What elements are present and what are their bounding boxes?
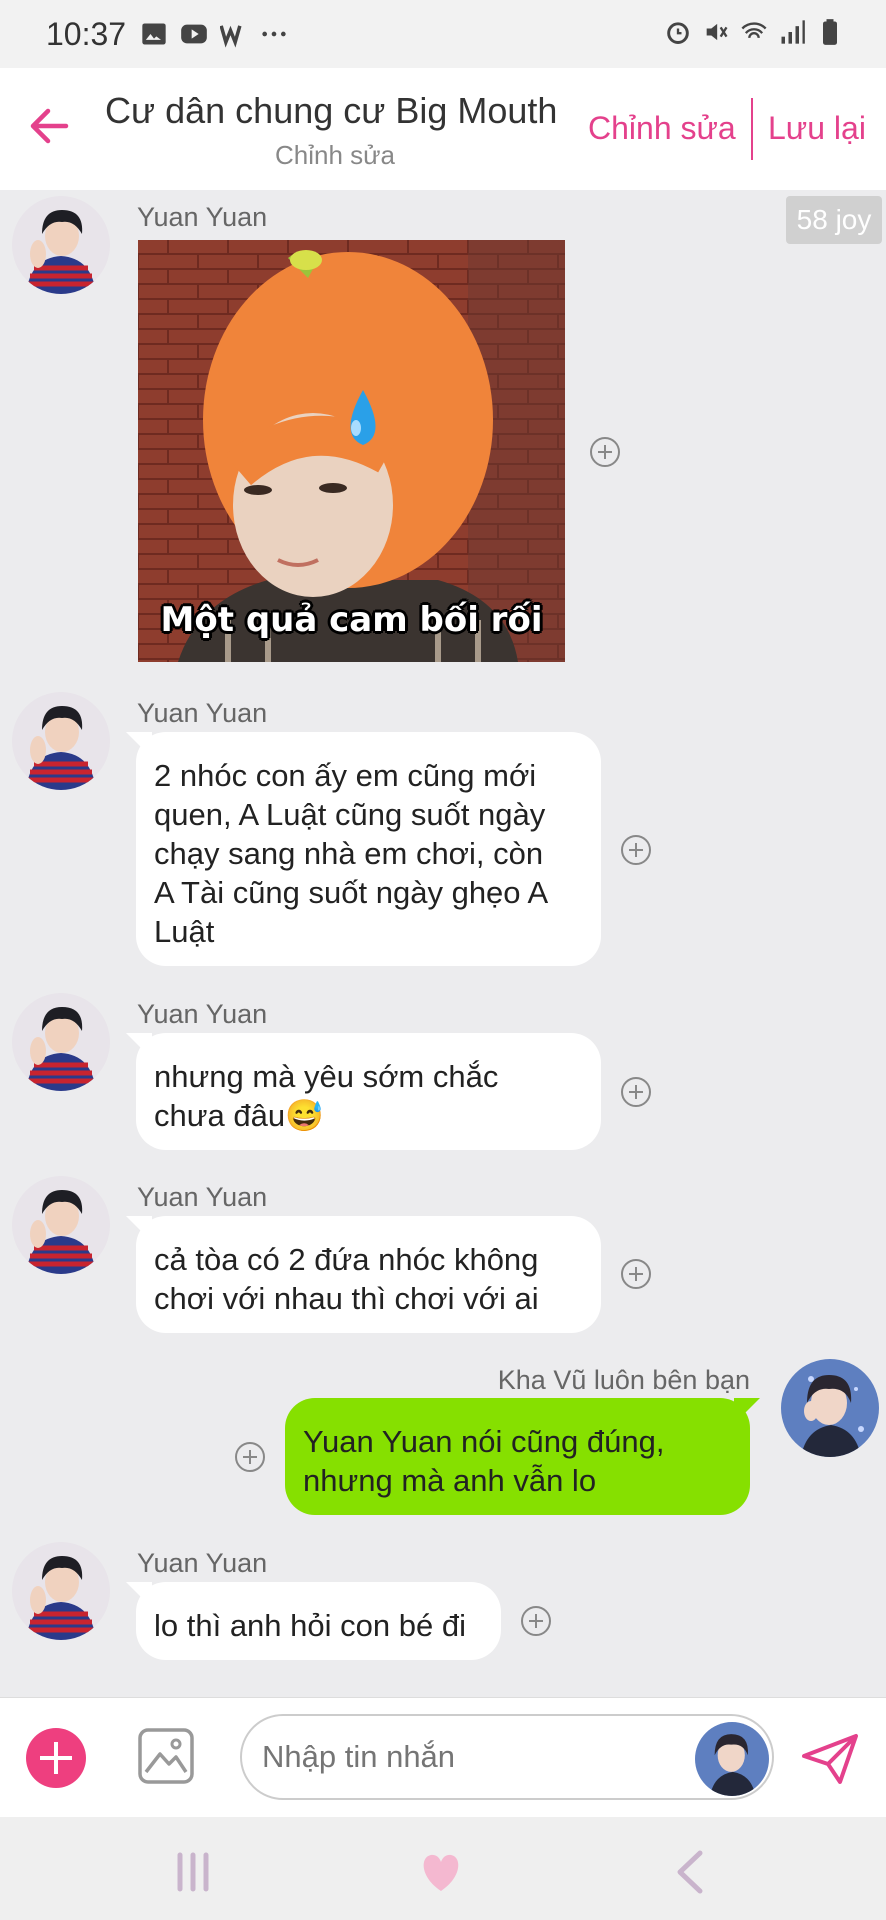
message-bubble[interactable]: 2 nhóc con ấy em cũng mới quen, A Luật c… bbox=[136, 732, 601, 966]
gallery-icon bbox=[142, 23, 166, 45]
message-line: lo thì anh hỏi con bé đi bbox=[154, 1608, 466, 1643]
add-reaction-button[interactable] bbox=[621, 1077, 651, 1107]
avatar[interactable] bbox=[12, 692, 110, 790]
sender-name: Yuan Yuan bbox=[137, 202, 268, 232]
home-heart-icon[interactable] bbox=[416, 1847, 466, 1897]
image-caption: Một quả cam bối rối bbox=[160, 600, 543, 640]
sender-name: Yuan Yuan bbox=[137, 698, 268, 728]
message-line: chơi với nhau thì chơi với ai bbox=[154, 1281, 539, 1316]
youtube-icon bbox=[181, 24, 207, 44]
save-button[interactable]: Lưu lại bbox=[768, 110, 866, 147]
sender-avatar[interactable] bbox=[695, 1722, 769, 1796]
message-line: nhưng mà anh vẫn lo bbox=[303, 1463, 597, 1498]
message-line: quen, A Luật cũng suốt ngày bbox=[154, 797, 546, 832]
avatar[interactable] bbox=[12, 1542, 110, 1640]
avatar[interactable] bbox=[12, 1176, 110, 1274]
add-reaction-button[interactable] bbox=[521, 1606, 551, 1636]
message-line: chạy sang nhà em chơi, còn bbox=[154, 836, 544, 871]
message-line: A Tài cũng suốt ngày ghẹo A bbox=[154, 875, 549, 910]
avatar[interactable] bbox=[12, 196, 110, 294]
mute-icon bbox=[706, 23, 728, 41]
message-bubble[interactable]: lo thì anh hỏi con bé đi bbox=[136, 1582, 501, 1660]
chat-header: Cư dân chung cư Big Mouth Chỉnh sửa Chỉn… bbox=[0, 68, 886, 190]
add-reaction-button[interactable] bbox=[235, 1442, 265, 1472]
message-input[interactable] bbox=[240, 1714, 774, 1800]
wifi-icon bbox=[741, 22, 767, 39]
edit-button[interactable]: Chỉnh sửa bbox=[588, 110, 736, 147]
message-line: chưa đâu😅 bbox=[154, 1098, 324, 1133]
status-time: 10:37 bbox=[46, 16, 127, 52]
header-divider bbox=[751, 98, 753, 160]
message-bubble-outgoing[interactable]: Yuan Yuan nói cũng đúng, nhưng mà anh vẫ… bbox=[285, 1398, 750, 1515]
send-icon[interactable] bbox=[800, 1732, 860, 1786]
message-line: nhưng mà yêu sớm chắc bbox=[154, 1059, 499, 1094]
chat-title: Cư dân chung cư Big Mouth bbox=[105, 90, 558, 131]
system-nav-bar bbox=[0, 1817, 886, 1920]
chat-subtitle: Chỉnh sửa bbox=[274, 140, 396, 170]
back-chevron-icon[interactable] bbox=[666, 1847, 716, 1897]
sender-name: Yuan Yuan bbox=[137, 1548, 268, 1578]
alarm-icon bbox=[667, 22, 689, 44]
w-icon bbox=[220, 25, 242, 48]
message-line: cả tòa có 2 đứa nhóc không bbox=[154, 1242, 539, 1277]
recent-apps-icon[interactable] bbox=[168, 1847, 218, 1897]
joy-badge: 58 joy bbox=[786, 196, 882, 244]
avatar[interactable] bbox=[12, 993, 110, 1091]
signal-icon bbox=[781, 20, 805, 44]
status-bar: 10:37 bbox=[0, 0, 886, 68]
message-input-bar bbox=[0, 1697, 886, 1817]
message-line: Yuan Yuan nói cũng đúng, bbox=[303, 1424, 665, 1459]
image-message[interactable]: Một quả cam bối rối bbox=[138, 240, 565, 662]
avatar[interactable] bbox=[781, 1359, 879, 1457]
battery-icon bbox=[823, 19, 837, 45]
message-bubble[interactable]: cả tòa có 2 đứa nhóc không chơi với nhau… bbox=[136, 1216, 601, 1333]
add-reaction-button[interactable] bbox=[621, 1259, 651, 1289]
add-reaction-button[interactable] bbox=[590, 437, 620, 467]
add-reaction-button[interactable] bbox=[621, 835, 651, 865]
more-dots-icon bbox=[262, 31, 286, 37]
add-attachment-button[interactable] bbox=[26, 1728, 86, 1788]
sender-name: Yuan Yuan bbox=[137, 1182, 268, 1212]
message-line: Luật bbox=[154, 914, 215, 949]
sender-name: Kha Vũ luôn bên bạn bbox=[497, 1365, 750, 1395]
message-line: 2 nhóc con ấy em cũng mới bbox=[154, 758, 537, 793]
sender-name: Yuan Yuan bbox=[137, 999, 268, 1029]
message-bubble[interactable]: nhưng mà yêu sớm chắc chưa đâu😅 bbox=[136, 1033, 601, 1150]
image-picker-icon[interactable] bbox=[136, 1726, 196, 1786]
